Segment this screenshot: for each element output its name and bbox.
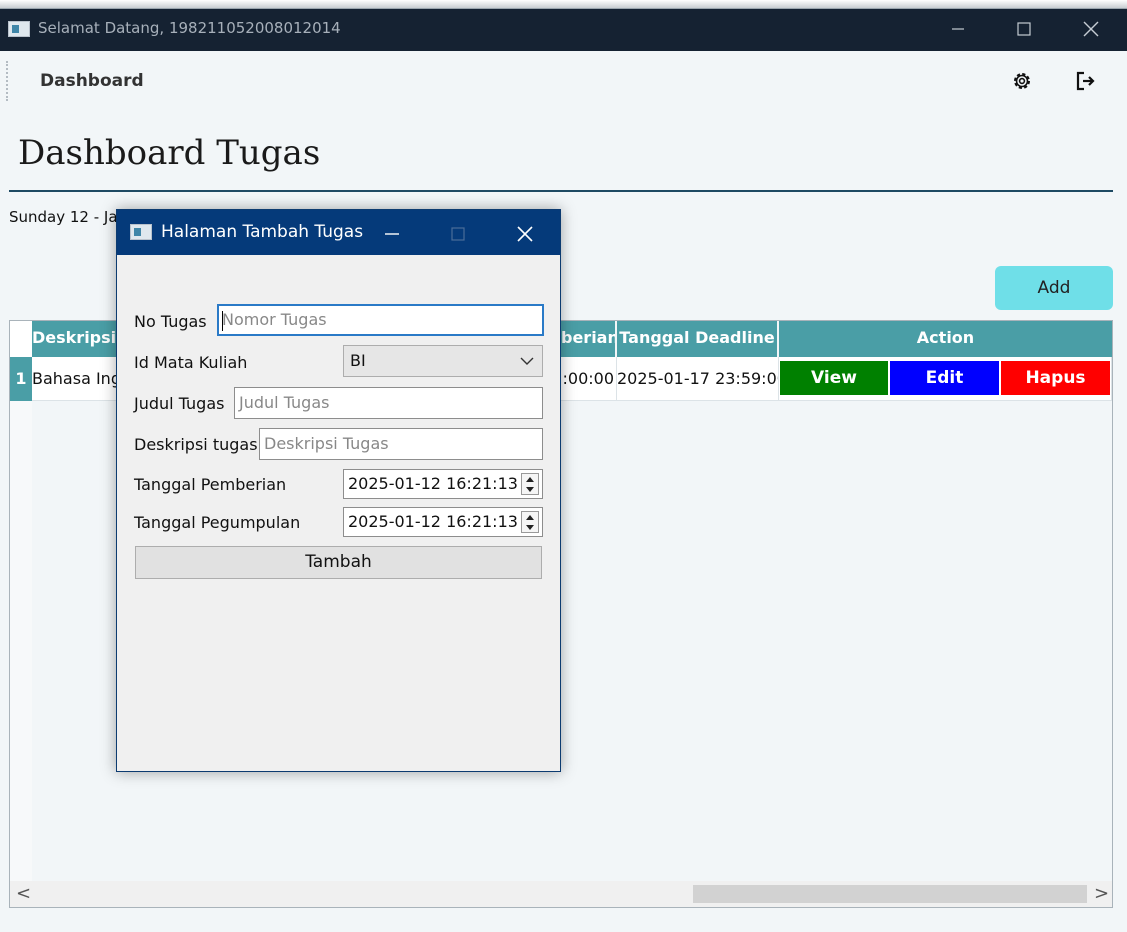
header-action[interactable]: Action bbox=[779, 321, 1112, 357]
header-pemberian[interactable]: berian bbox=[561, 321, 617, 357]
edit-button[interactable]: Edit bbox=[890, 361, 999, 395]
horizontal-scrollbar[interactable]: < > bbox=[10, 881, 1112, 907]
add-task-dialog: Halaman Tambah Tugas No Tugas Nomor Tuga… bbox=[116, 209, 561, 772]
screen-edge bbox=[0, 0, 1127, 8]
pengumpulan-datetime[interactable]: 2025-01-12 16:21:13 bbox=[343, 507, 543, 537]
dialog-minimize-button[interactable] bbox=[361, 210, 423, 255]
row-number[interactable]: 1 bbox=[10, 357, 32, 401]
pemberian-spinner[interactable] bbox=[521, 473, 539, 495]
cell-pemberian[interactable]: :00:00 bbox=[561, 357, 617, 401]
minimize-icon bbox=[385, 232, 399, 235]
pengumpulan-spinner[interactable] bbox=[521, 511, 539, 533]
close-icon bbox=[1083, 21, 1099, 37]
pemberian-value: 2025-01-12 16:21:13 bbox=[348, 474, 518, 493]
close-icon bbox=[517, 225, 533, 242]
maximize-icon bbox=[1017, 22, 1031, 36]
title-divider bbox=[9, 190, 1113, 192]
header-deadline[interactable]: Tanggal Deadline bbox=[617, 321, 779, 357]
minimize-icon bbox=[952, 28, 964, 30]
id-mk-value: BI bbox=[350, 351, 366, 370]
add-button[interactable]: Add bbox=[995, 266, 1113, 310]
cell-action: View Edit Hapus bbox=[779, 357, 1112, 401]
dialog-titlebar: Halaman Tambah Tugas bbox=[117, 210, 560, 255]
id-mk-select[interactable]: BI bbox=[343, 345, 543, 377]
toolbar: Dashboard bbox=[0, 51, 1127, 111]
dialog-maximize-button[interactable] bbox=[427, 210, 489, 255]
hapus-button[interactable]: Hapus bbox=[1001, 361, 1110, 395]
header-deskripsi[interactable]: Deskripsi T bbox=[32, 321, 125, 357]
row-header-column bbox=[10, 321, 32, 881]
current-date: Sunday 12 - Ja bbox=[9, 208, 118, 226]
no-tugas-label: No Tugas bbox=[134, 312, 207, 331]
no-tugas-input[interactable]: Nomor Tugas bbox=[217, 304, 544, 336]
id-mk-label: Id Mata Kuliah bbox=[134, 353, 248, 372]
pengumpulan-value: 2025-01-12 16:21:13 bbox=[348, 512, 518, 531]
settings-button[interactable] bbox=[1010, 69, 1034, 93]
maximize-button[interactable] bbox=[991, 9, 1057, 51]
dialog-close-button[interactable] bbox=[494, 210, 556, 255]
scroll-thumb[interactable] bbox=[693, 885, 1087, 903]
scroll-left-arrow[interactable]: < bbox=[16, 883, 31, 904]
tambah-button[interactable]: Tambah bbox=[135, 546, 542, 579]
dialog-title: Halaman Tambah Tugas bbox=[161, 222, 364, 242]
table-corner bbox=[10, 321, 32, 357]
minimize-button[interactable] bbox=[925, 9, 991, 51]
cell-deadline[interactable]: 2025-01-17 23:59:00 bbox=[617, 357, 779, 401]
pemberian-datetime[interactable]: 2025-01-12 16:21:13 bbox=[343, 469, 543, 499]
logout-icon bbox=[1076, 71, 1095, 91]
pemberian-label: Tanggal Pemberian bbox=[134, 475, 287, 494]
deskripsi-input[interactable]: Deskripsi Tugas bbox=[259, 428, 543, 460]
window-title: Selamat Datang, 198211052008012014 bbox=[38, 19, 341, 37]
judul-input[interactable]: Judul Tugas bbox=[234, 387, 543, 419]
view-button[interactable]: View bbox=[780, 361, 888, 395]
cell-deskripsi[interactable]: Bahasa Ingg bbox=[32, 357, 125, 401]
nav-dashboard[interactable]: Dashboard bbox=[40, 71, 144, 91]
gear-icon bbox=[1014, 73, 1030, 89]
app-icon bbox=[8, 21, 30, 37]
scroll-right-arrow[interactable]: > bbox=[1094, 883, 1109, 904]
page-title: Dashboard Tugas bbox=[18, 133, 321, 173]
main-titlebar: Selamat Datang, 198211052008012014 bbox=[0, 9, 1127, 51]
toolbar-grip[interactable] bbox=[6, 61, 8, 101]
deskripsi-label: Deskripsi tugas bbox=[134, 435, 258, 454]
close-button[interactable] bbox=[1058, 9, 1124, 51]
maximize-icon bbox=[451, 226, 465, 241]
chevron-down-icon bbox=[520, 357, 534, 365]
pengumpulan-label: Tanggal Pegumpulan bbox=[134, 513, 301, 532]
dialog-app-icon bbox=[130, 224, 152, 240]
logout-button[interactable] bbox=[1074, 69, 1098, 93]
judul-label: Judul Tugas bbox=[134, 394, 225, 413]
